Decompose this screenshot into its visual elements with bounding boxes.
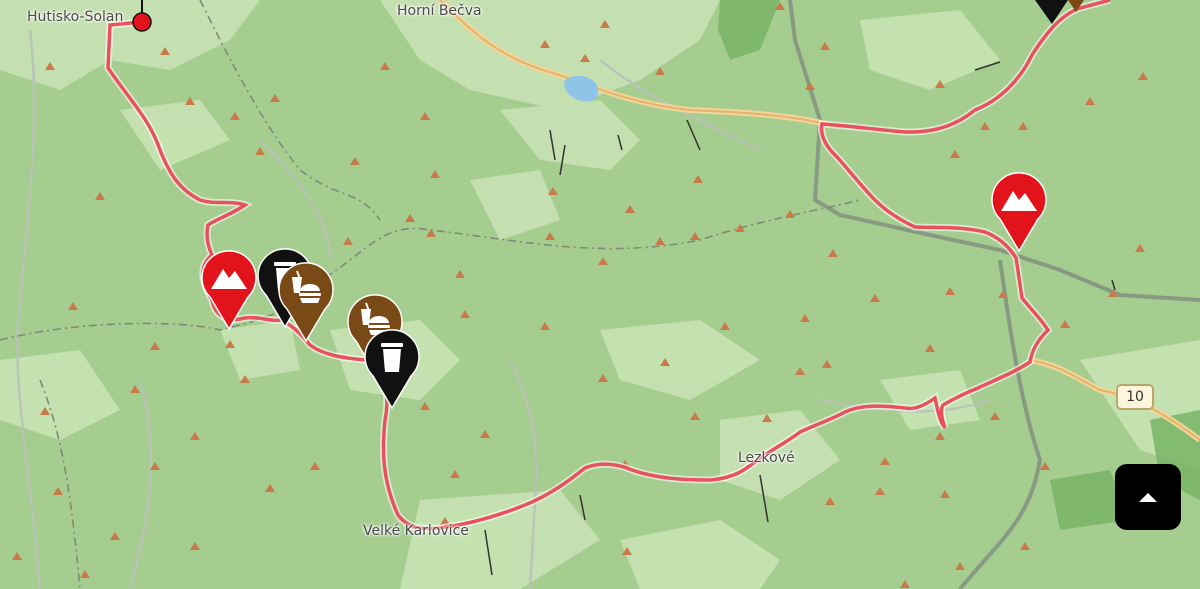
map-view[interactable]: Hutisko-Solan Horní Bečva Lezkové Velké … (0, 0, 1200, 589)
place-label-hutisko: Hutisko-Solan (27, 9, 124, 25)
food-marker-west[interactable] (278, 261, 334, 343)
chevron-up-icon (1139, 493, 1157, 502)
place-label-horni-becva: Horní Bečva (397, 3, 482, 19)
scroll-up-button[interactable] (1115, 464, 1181, 530)
place-label-lezkove: Lezkové (738, 450, 795, 466)
map-canvas[interactable] (0, 0, 1200, 589)
place-label-velke-karlovice: Velké Karlovice (363, 523, 469, 539)
peak-marker-east[interactable] (991, 171, 1047, 253)
peak-marker-west[interactable] (201, 249, 257, 331)
road-number-shield: 10 (1116, 384, 1154, 410)
trash-marker-middle[interactable] (364, 328, 420, 410)
